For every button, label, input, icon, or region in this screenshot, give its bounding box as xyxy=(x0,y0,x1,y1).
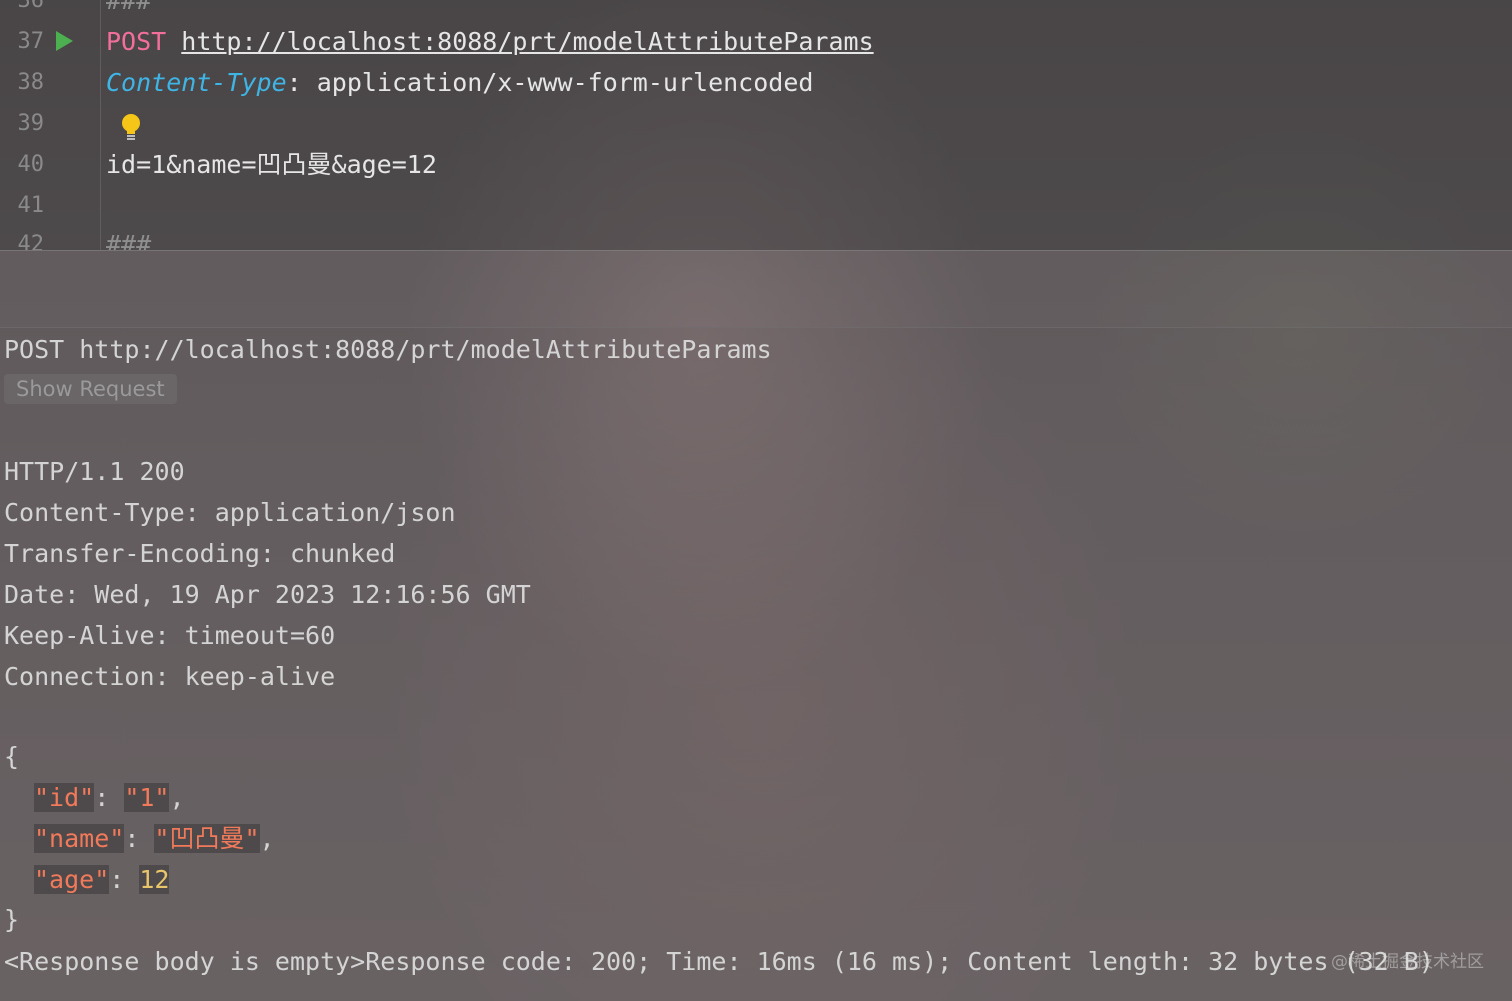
header-line[interactable]: Content-Type: application/x-www-form-url… xyxy=(106,62,813,103)
response-console: POST http://localhost:8088/prt/modelAttr… xyxy=(0,327,1512,1001)
separator-comment: ### xyxy=(106,0,152,15)
json-value: "凹凸曼" xyxy=(154,824,260,853)
http-method: POST xyxy=(106,27,167,56)
json-field-name: "name": "凹凸曼", xyxy=(34,824,275,853)
json-field-id: "id": "1", xyxy=(34,783,185,812)
line-number: 39 xyxy=(17,111,45,136)
json-value: "1" xyxy=(124,783,170,812)
json-field-age: "age": 12 xyxy=(34,865,170,894)
http-request-editor[interactable]: 36 ### 37 POST http://localhost:8088/prt… xyxy=(0,0,1512,250)
pane-splitter[interactable] xyxy=(0,250,1512,328)
line-number: 38 xyxy=(17,70,45,95)
editor-line-40[interactable]: 40 id=1&name=凹凸曼&age=12 xyxy=(0,144,1512,185)
response-footer: <Response body is empty>Response code: 2… xyxy=(4,947,1434,976)
response-header: Transfer-Encoding: chunked xyxy=(4,539,396,568)
line-number: 40 xyxy=(17,152,45,177)
request-url-link[interactable]: http://localhost:8088/prt/modelAttribute… xyxy=(181,27,873,56)
run-request-icon[interactable] xyxy=(56,31,73,51)
show-request-button[interactable]: Show Request xyxy=(4,374,177,404)
line-number: 37 xyxy=(17,29,45,54)
editor-line-39: 39 xyxy=(0,103,1512,144)
separator-comment: ### xyxy=(106,230,152,250)
header-separator: : xyxy=(286,68,317,97)
line-number: 36 xyxy=(17,0,45,13)
json-close-brace: } xyxy=(4,905,20,934)
editor-line-38[interactable]: 38 Content-Type: application/x-www-form-… xyxy=(0,62,1512,103)
header-name: Content-Type xyxy=(106,68,287,97)
editor-line-41: 41 xyxy=(0,185,1512,226)
line-number: 41 xyxy=(17,193,45,218)
header-value: application/x-www-form-urlencoded xyxy=(316,68,814,97)
json-open-brace: { xyxy=(4,742,20,771)
json-key: "id" xyxy=(34,783,95,812)
response-header: Content-Type: application/json xyxy=(4,498,456,527)
line-number: 42 xyxy=(17,232,45,250)
status-line: HTTP/1.1 200 xyxy=(4,457,185,486)
json-key: "name" xyxy=(34,824,125,853)
response-header: Keep-Alive: timeout=60 xyxy=(4,621,336,650)
json-value: 12 xyxy=(139,865,170,894)
json-key: "age" xyxy=(34,865,110,894)
request-line[interactable]: POST http://localhost:8088/prt/modelAttr… xyxy=(106,21,874,62)
response-header: Date: Wed, 19 Apr 2023 12:16:56 GMT xyxy=(4,580,531,609)
request-body[interactable]: id=1&name=凹凸曼&age=12 xyxy=(106,144,437,185)
watermark: @稀土掘金技术社区 xyxy=(1331,952,1484,972)
editor-line-36: 36 ### xyxy=(0,0,1512,21)
intention-bulb-icon[interactable] xyxy=(120,113,142,143)
request-summary-line: POST http://localhost:8088/prt/modelAttr… xyxy=(4,335,772,364)
editor-line-37[interactable]: 37 POST http://localhost:8088/prt/modelA… xyxy=(0,21,1512,62)
response-header: Connection: keep-alive xyxy=(4,662,336,691)
editor-line-42: 42 ### xyxy=(0,224,1512,250)
